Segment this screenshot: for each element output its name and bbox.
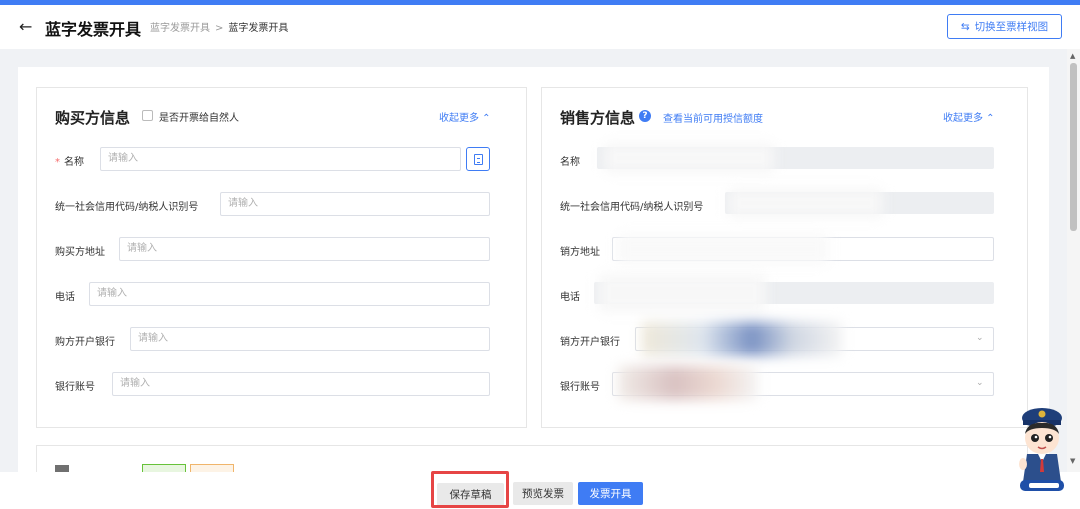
scroll-up-icon[interactable]: ▲	[1070, 52, 1075, 60]
natural-person-checkbox[interactable]	[142, 110, 153, 121]
page-title: 蓝字发票开具	[45, 20, 142, 39]
buyer-picker-button[interactable]	[466, 147, 490, 171]
buyer-title: 购买方信息	[55, 109, 131, 127]
seller-name-label: 名称	[560, 157, 580, 168]
credit-quota-link[interactable]: 查看当前可用授信额度	[663, 110, 763, 125]
document-icon	[474, 154, 483, 165]
issue-invoice-button[interactable]: 发票开具	[578, 482, 643, 505]
buyer-bank-label: 购方开户银行	[55, 337, 115, 348]
redacted-blur	[604, 143, 774, 173]
page-header: ← 蓝字发票开具 蓝字发票开具 > 蓝字发票开具 ⇆ 切换至票样视图	[0, 5, 1080, 49]
breadcrumb-separator: >	[215, 23, 224, 34]
redacted-blur	[618, 234, 828, 264]
buyer-bank-input[interactable]: 请输入	[130, 327, 490, 351]
buyer-address-label: 购买方地址	[55, 247, 105, 258]
buyer-collapse-toggle[interactable]: 收起更多 ⌃	[439, 109, 491, 124]
arrow-left-icon[interactable]: ←	[19, 17, 32, 36]
swap-icon: ⇆	[960, 20, 970, 33]
scroll-thumb[interactable]	[1070, 63, 1077, 231]
seller-bank-label: 销方开户银行	[560, 337, 620, 348]
natural-person-label: 是否开票给自然人	[159, 113, 239, 124]
seller-address-label: 销方地址	[560, 247, 600, 258]
redacted-blur	[642, 322, 842, 356]
seller-panel: 销售方信息 ? 查看当前可用授信额度 收起更多 ⌃ 名称 统一社会信用代码/纳税…	[541, 87, 1028, 428]
buyer-name-input[interactable]: 请输入	[100, 147, 461, 171]
seller-title: 销售方信息	[560, 109, 636, 127]
main-content: 购买方信息 是否开票给自然人 收起更多 ⌃ * 名称 请输入 统一社会信用代码/纳…	[18, 67, 1049, 476]
chevron-down-icon: ⌄	[976, 333, 984, 343]
breadcrumb: 蓝字发票开具 > 蓝字发票开具	[150, 19, 288, 34]
buyer-address-input[interactable]: 请输入	[119, 237, 490, 261]
redacted-blur	[728, 188, 883, 218]
buyer-account-label: 银行账号	[55, 382, 95, 393]
info-icon[interactable]: ?	[639, 110, 651, 122]
footer-action-bar: 保存草稿 预览发票 发票开具	[0, 471, 1080, 509]
breadcrumb-current: 蓝字发票开具	[228, 23, 289, 34]
breadcrumb-item[interactable]: 蓝字发票开具	[150, 23, 210, 34]
assistant-mascot-icon[interactable]	[1015, 404, 1069, 494]
next-section-panel	[36, 445, 1028, 476]
buyer-tax-id-label: 统一社会信用代码/纳税人识别号	[55, 202, 199, 213]
seller-account-label: 银行账号	[560, 382, 600, 393]
redacted-blur	[598, 274, 766, 312]
save-draft-button[interactable]: 保存草稿	[437, 483, 504, 506]
preview-invoice-button[interactable]: 预览发票	[513, 482, 573, 505]
buyer-phone-input[interactable]: 请输入	[89, 282, 490, 306]
scroll-down-icon[interactable]: ▼	[1070, 457, 1075, 465]
buyer-phone-label: 电话	[55, 292, 75, 303]
redacted-blur	[618, 366, 758, 400]
chevron-down-icon: ⌄	[976, 378, 984, 388]
seller-collapse-toggle[interactable]: 收起更多 ⌃	[943, 109, 995, 124]
buyer-tax-id-input[interactable]: 请输入	[220, 192, 490, 216]
buyer-account-input[interactable]: 请输入	[112, 372, 490, 396]
seller-tax-id-label: 统一社会信用代码/纳税人识别号	[560, 202, 704, 213]
seller-phone-label: 电话	[560, 292, 580, 303]
switch-view-label: 切换至票样视图	[974, 21, 1049, 33]
switch-view-button[interactable]: ⇆ 切换至票样视图	[947, 14, 1062, 39]
buyer-name-label: * 名称	[55, 157, 84, 168]
buyer-panel: 购买方信息 是否开票给自然人 收起更多 ⌃ * 名称 请输入 统一社会信用代码/纳…	[36, 87, 527, 428]
